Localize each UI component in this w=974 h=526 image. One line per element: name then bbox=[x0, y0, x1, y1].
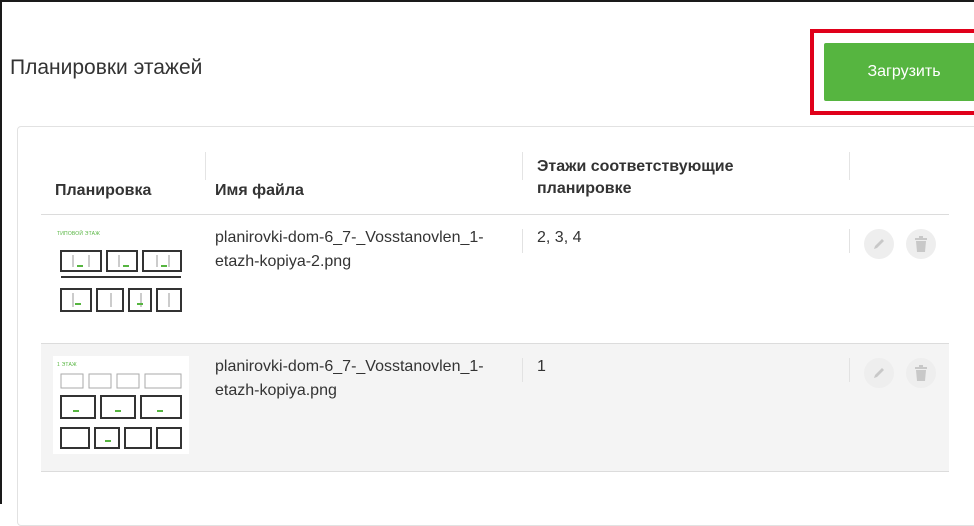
column-divider bbox=[522, 229, 523, 253]
column-header-floors: Этажи соответствующие планировке bbox=[537, 158, 734, 197]
trash-icon bbox=[915, 365, 927, 381]
edit-button[interactable] bbox=[864, 358, 894, 388]
column-divider bbox=[849, 152, 850, 180]
table-row: 1 ЭТАЖ planirovki-dom-6_7-_Vosstanovlen_… bbox=[41, 343, 949, 472]
floor-plan-thumbnail[interactable]: 1 ЭТАЖ bbox=[53, 356, 189, 454]
pencil-icon bbox=[874, 368, 884, 378]
delete-button[interactable] bbox=[906, 358, 936, 388]
column-header-filename: Имя файла bbox=[215, 182, 304, 199]
floor-plan-image bbox=[60, 250, 182, 312]
column-divider bbox=[205, 152, 206, 180]
floor-plan-thumbnail[interactable]: ТИПОВОЙ ЭТАЖ bbox=[53, 225, 189, 323]
file-name: planirovki-dom-6_7-_Vosstanovlen_1-etazh… bbox=[215, 358, 484, 399]
floor-plan-image bbox=[60, 373, 182, 449]
column-divider bbox=[849, 358, 850, 382]
delete-button[interactable] bbox=[906, 229, 936, 259]
column-divider bbox=[522, 152, 523, 180]
pencil-icon bbox=[874, 239, 884, 249]
column-divider bbox=[849, 229, 850, 253]
column-divider bbox=[522, 358, 523, 382]
trash-icon bbox=[915, 236, 927, 252]
floor-numbers: 1 bbox=[537, 358, 546, 375]
thumbnail-caption: 1 ЭТАЖ bbox=[57, 362, 77, 368]
edit-button[interactable] bbox=[864, 229, 894, 259]
thumbnail-caption: ТИПОВОЙ ЭТАЖ bbox=[57, 231, 101, 237]
file-name: planirovki-dom-6_7-_Vosstanovlen_1-etazh… bbox=[215, 229, 484, 270]
page-title: Планировки этажей bbox=[10, 56, 203, 79]
table-row: ТИПОВОЙ ЭТАЖ planirovki-dom-6_7-_Vosstan… bbox=[41, 214, 949, 343]
column-header-layout: Планировка bbox=[55, 182, 152, 199]
floor-numbers: 2, 3, 4 bbox=[537, 229, 582, 246]
upload-button[interactable]: Загрузить bbox=[824, 43, 974, 101]
